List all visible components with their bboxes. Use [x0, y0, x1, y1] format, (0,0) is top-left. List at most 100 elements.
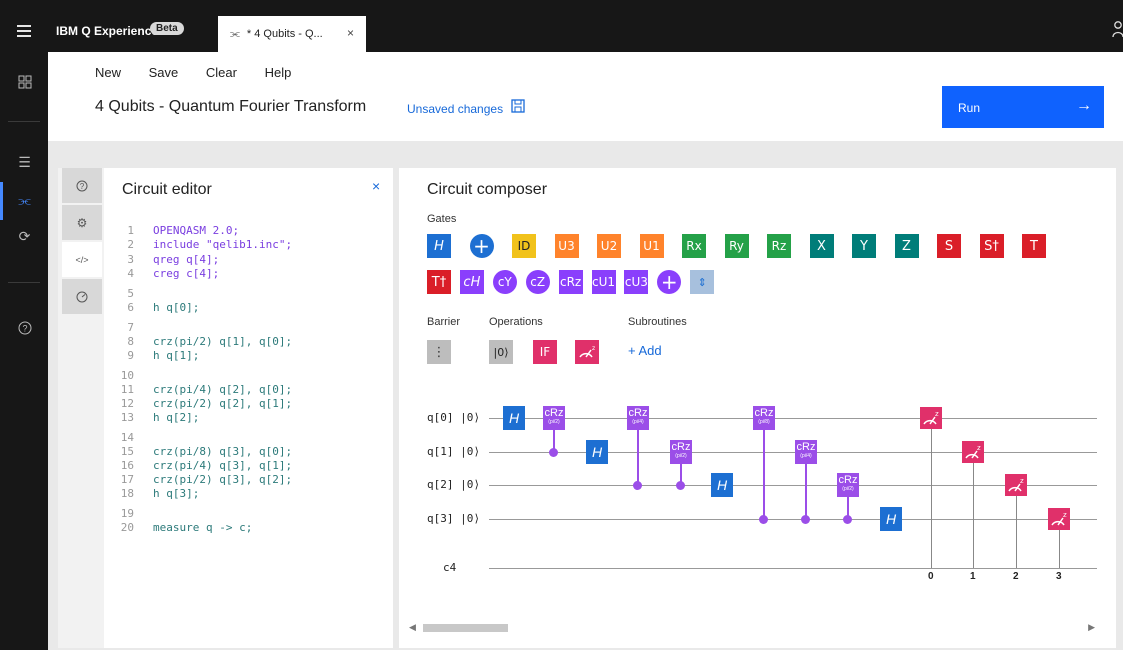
line-number: 7	[127, 321, 134, 334]
crz-gate[interactable]: cRz (pi/2)	[837, 473, 859, 497]
dashboard-icon[interactable]	[17, 75, 32, 90]
gate-rx[interactable]: Rx	[682, 234, 706, 258]
gate-u2[interactable]: U2	[597, 234, 621, 258]
barrier-gate[interactable]: ⋮	[427, 340, 451, 364]
measure-gate[interactable]: z	[962, 441, 984, 463]
gauge-panel-button[interactable]	[62, 279, 102, 314]
add-subroutine-button[interactable]: + Add	[628, 343, 662, 358]
h-gate[interactable]: H	[586, 440, 608, 464]
crz-gate[interactable]: cRz (pi/8)	[753, 406, 775, 430]
code-text[interactable]: measure q -> c;	[153, 521, 252, 534]
help-icon[interactable]: ?	[17, 321, 32, 336]
gate-x[interactable]: X	[809, 234, 834, 258]
code-text[interactable]: crz(pi/2) q[1], q[0];	[153, 335, 292, 348]
gate-swap[interactable]: ⇕	[690, 270, 715, 294]
qubit-wire[interactable]	[489, 418, 1097, 419]
list-icon[interactable]: ☰	[17, 155, 32, 170]
line-number: 4	[127, 267, 134, 280]
horizontal-scrollbar[interactable]: ◀ ▶	[407, 620, 1097, 634]
measure-gate[interactable]: z	[1048, 508, 1070, 530]
save-icon[interactable]	[511, 99, 525, 113]
tab-circuit[interactable]: ⫘ * 4 Qubits - Q... ×	[218, 16, 366, 52]
crz-gate[interactable]: cRz (pi/2)	[543, 406, 565, 430]
h-gate[interactable]: H	[503, 406, 525, 430]
header: New Save Clear Help 4 Qubits - Quantum F…	[48, 52, 1123, 141]
measure-gate[interactable]: z	[1005, 474, 1027, 496]
run-button[interactable]: Run →	[942, 86, 1104, 128]
gate-[interactable]: +	[469, 234, 494, 258]
control-dot[interactable]	[549, 448, 558, 457]
code-text[interactable]: include "qelib1.inc";	[153, 238, 292, 251]
control-dot[interactable]	[843, 515, 852, 524]
scroll-right-icon[interactable]: ▶	[1088, 622, 1095, 633]
jobs-icon[interactable]: ⟳	[17, 229, 32, 244]
editor-close-icon[interactable]: ×	[372, 178, 380, 194]
gate-u3[interactable]: U3	[554, 234, 579, 258]
control-dot[interactable]	[633, 481, 642, 490]
scroll-thumb[interactable]	[423, 624, 508, 632]
menu-help[interactable]: Help	[265, 65, 292, 80]
code-text[interactable]: crz(pi/2) q[3], q[2];	[153, 473, 292, 486]
file-menu: New Save Clear Help	[95, 65, 315, 80]
if-gate[interactable]: IF	[533, 340, 557, 364]
gate-h[interactable]: H	[427, 234, 451, 258]
code-text[interactable]: h q[0];	[153, 301, 199, 314]
gate-z[interactable]: Z	[894, 234, 919, 258]
code-panel-button[interactable]: </>	[62, 242, 102, 277]
app-title[interactable]: IBM Q Experience	[56, 24, 158, 38]
tab-close-icon[interactable]: ×	[347, 26, 354, 40]
gate-crz[interactable]: cRz	[558, 270, 583, 294]
qubit-wire[interactable]	[489, 452, 1097, 453]
code-text[interactable]: crz(pi/2) q[2], q[1];	[153, 397, 292, 410]
arrow-right-icon: →	[1076, 97, 1092, 114]
crz-gate[interactable]: cRz (pi/4)	[627, 406, 649, 430]
reset-gate[interactable]: |0⟩	[489, 340, 513, 364]
code-text[interactable]: qreg q[4];	[153, 253, 219, 266]
help-panel-button[interactable]: ?	[62, 168, 102, 203]
gate-t[interactable]: T†	[427, 270, 451, 294]
control-dot[interactable]	[759, 515, 768, 524]
gate-s[interactable]: S	[937, 234, 961, 258]
measure-gate[interactable]: z	[575, 340, 599, 364]
gate-cu3[interactable]: cU3	[624, 270, 649, 294]
circuit-icon[interactable]: ⫘	[17, 193, 32, 208]
code-text[interactable]: h q[2];	[153, 411, 199, 424]
gate-[interactable]: +	[657, 270, 682, 294]
gate-cy[interactable]: cY	[492, 270, 517, 294]
h-gate[interactable]: H	[880, 507, 902, 531]
gate-s[interactable]: S†	[979, 234, 1004, 258]
code-text[interactable]: OPENQASM 2.0;	[153, 224, 239, 237]
gate-ch[interactable]: cH	[459, 270, 484, 294]
code-text[interactable]: h q[1];	[153, 349, 199, 362]
code-text[interactable]: h q[3];	[153, 487, 199, 500]
menu-clear[interactable]: Clear	[206, 65, 237, 80]
settings-panel-button[interactable]: ⚙	[62, 205, 102, 240]
gate-rz[interactable]: Rz	[767, 234, 791, 258]
unsaved-changes-link[interactable]: Unsaved changes	[407, 102, 503, 116]
scroll-left-icon[interactable]: ◀	[409, 622, 416, 633]
gate-u1[interactable]: U1	[639, 234, 664, 258]
user-icon[interactable]	[1112, 20, 1123, 38]
measure-gate[interactable]: z	[920, 407, 942, 429]
code-text[interactable]: creg c[4];	[153, 267, 219, 280]
gate-y[interactable]: Y	[852, 234, 876, 258]
h-gate[interactable]: H	[711, 473, 733, 497]
gate-ry[interactable]: Ry	[724, 234, 749, 258]
control-dot[interactable]	[676, 481, 685, 490]
code-text[interactable]: crz(pi/4) q[2], q[0];	[153, 383, 292, 396]
gate-cz[interactable]: cZ	[525, 270, 550, 294]
circuit-title[interactable]: 4 Qubits - Quantum Fourier Transform	[95, 98, 366, 116]
hamburger-menu-icon[interactable]	[17, 25, 31, 37]
crz-gate[interactable]: cRz (pi/4)	[795, 440, 817, 464]
crz-gate[interactable]: cRz (pi/2)	[670, 440, 692, 464]
gate-cu1[interactable]: cU1	[591, 270, 616, 294]
code-text[interactable]: crz(pi/8) q[3], q[0];	[153, 445, 292, 458]
gate-id[interactable]: ID	[512, 234, 536, 258]
menu-save[interactable]: Save	[149, 65, 179, 80]
classical-register-label: c4	[443, 561, 457, 574]
qubit-wire[interactable]	[489, 519, 1097, 520]
code-text[interactable]: crz(pi/4) q[3], q[1];	[153, 459, 292, 472]
menu-new[interactable]: New	[95, 65, 121, 80]
control-dot[interactable]	[801, 515, 810, 524]
gate-t[interactable]: T	[1022, 234, 1046, 258]
